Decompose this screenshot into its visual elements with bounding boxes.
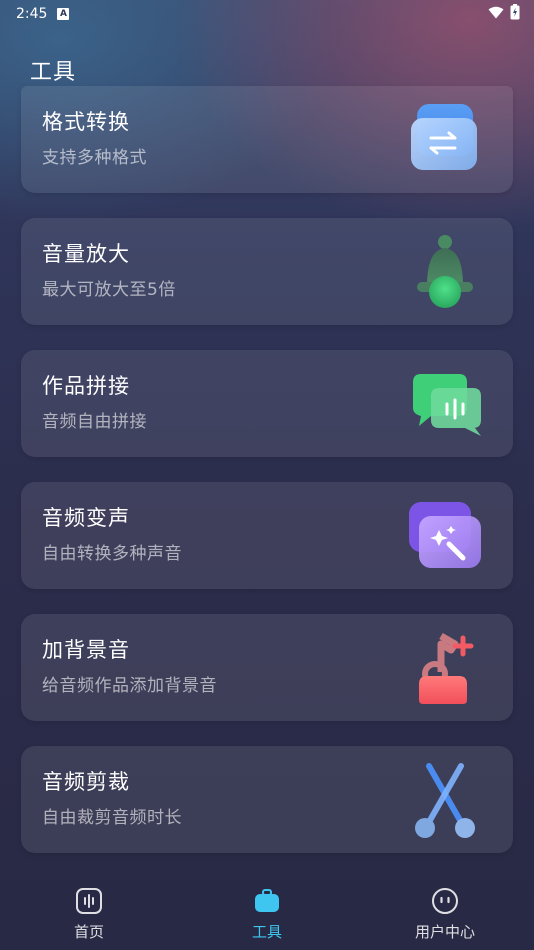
tool-list: 格式转换 支持多种格式 音量放大 最大可放大至5倍 作品拼接 音频自由拼接 音频…: [21, 86, 513, 878]
tool-name: 加背景音: [42, 638, 130, 662]
nav-item-home[interactable]: 首页: [19, 876, 159, 942]
tool-card-volume-boost[interactable]: 音量放大 最大可放大至5倍: [21, 218, 513, 325]
tool-card-audio-splice[interactable]: 作品拼接 音频自由拼接: [21, 350, 513, 457]
tool-desc: 给音频作品添加背景音: [42, 676, 217, 696]
tool-name: 音频变声: [42, 506, 130, 530]
wifi-icon: [488, 6, 504, 23]
page-title: 工具: [30, 60, 77, 85]
battery-icon: [510, 4, 520, 24]
status-left: 2:45 A: [16, 6, 70, 22]
nav-label: 首页: [73, 923, 104, 941]
convert-icon: [405, 100, 485, 180]
nav-item-user-center[interactable]: 用户中心: [375, 876, 515, 942]
nav-label: 用户中心: [414, 923, 475, 941]
status-bar: 2:45 A: [0, 0, 534, 28]
tool-desc: 自由裁剪音频时长: [42, 808, 182, 828]
magic-wand-icon: [405, 496, 485, 576]
home-waveform-icon: [74, 886, 104, 916]
music-note-plus-icon: [405, 628, 485, 708]
tool-name: 音量放大: [42, 242, 130, 266]
chat-bubbles-icon: [405, 364, 485, 444]
tool-card-voice-change[interactable]: 音频变声 自由转换多种声音: [21, 482, 513, 589]
tool-card-audio-trim[interactable]: 音频剪裁 自由裁剪音频时长: [21, 746, 513, 853]
status-right: [488, 4, 520, 24]
tool-desc: 自由转换多种声音: [42, 544, 182, 564]
status-time: 2:45: [16, 6, 48, 22]
tool-desc: 音频自由拼接: [42, 412, 147, 432]
tool-name: 作品拼接: [42, 374, 130, 398]
tool-desc: 最大可放大至5倍: [42, 280, 176, 300]
tool-name: 格式转换: [42, 110, 130, 134]
tool-name: 音频剪裁: [42, 770, 130, 794]
tool-card-add-background-music[interactable]: 加背景音 给音频作品添加背景音: [21, 614, 513, 721]
toolbox-icon: [252, 886, 282, 916]
notification-a-icon: A: [57, 8, 70, 20]
user-face-icon: [430, 886, 460, 916]
nav-item-tools[interactable]: 工具: [197, 876, 337, 942]
nav-label: 工具: [251, 923, 282, 941]
scissors-icon: [405, 760, 485, 840]
tool-desc: 支持多种格式: [42, 148, 147, 168]
bell-icon: [405, 232, 485, 312]
tool-card-format-convert[interactable]: 格式转换 支持多种格式: [21, 86, 513, 193]
bottom-nav: 首页 工具 用户中心: [0, 876, 534, 950]
